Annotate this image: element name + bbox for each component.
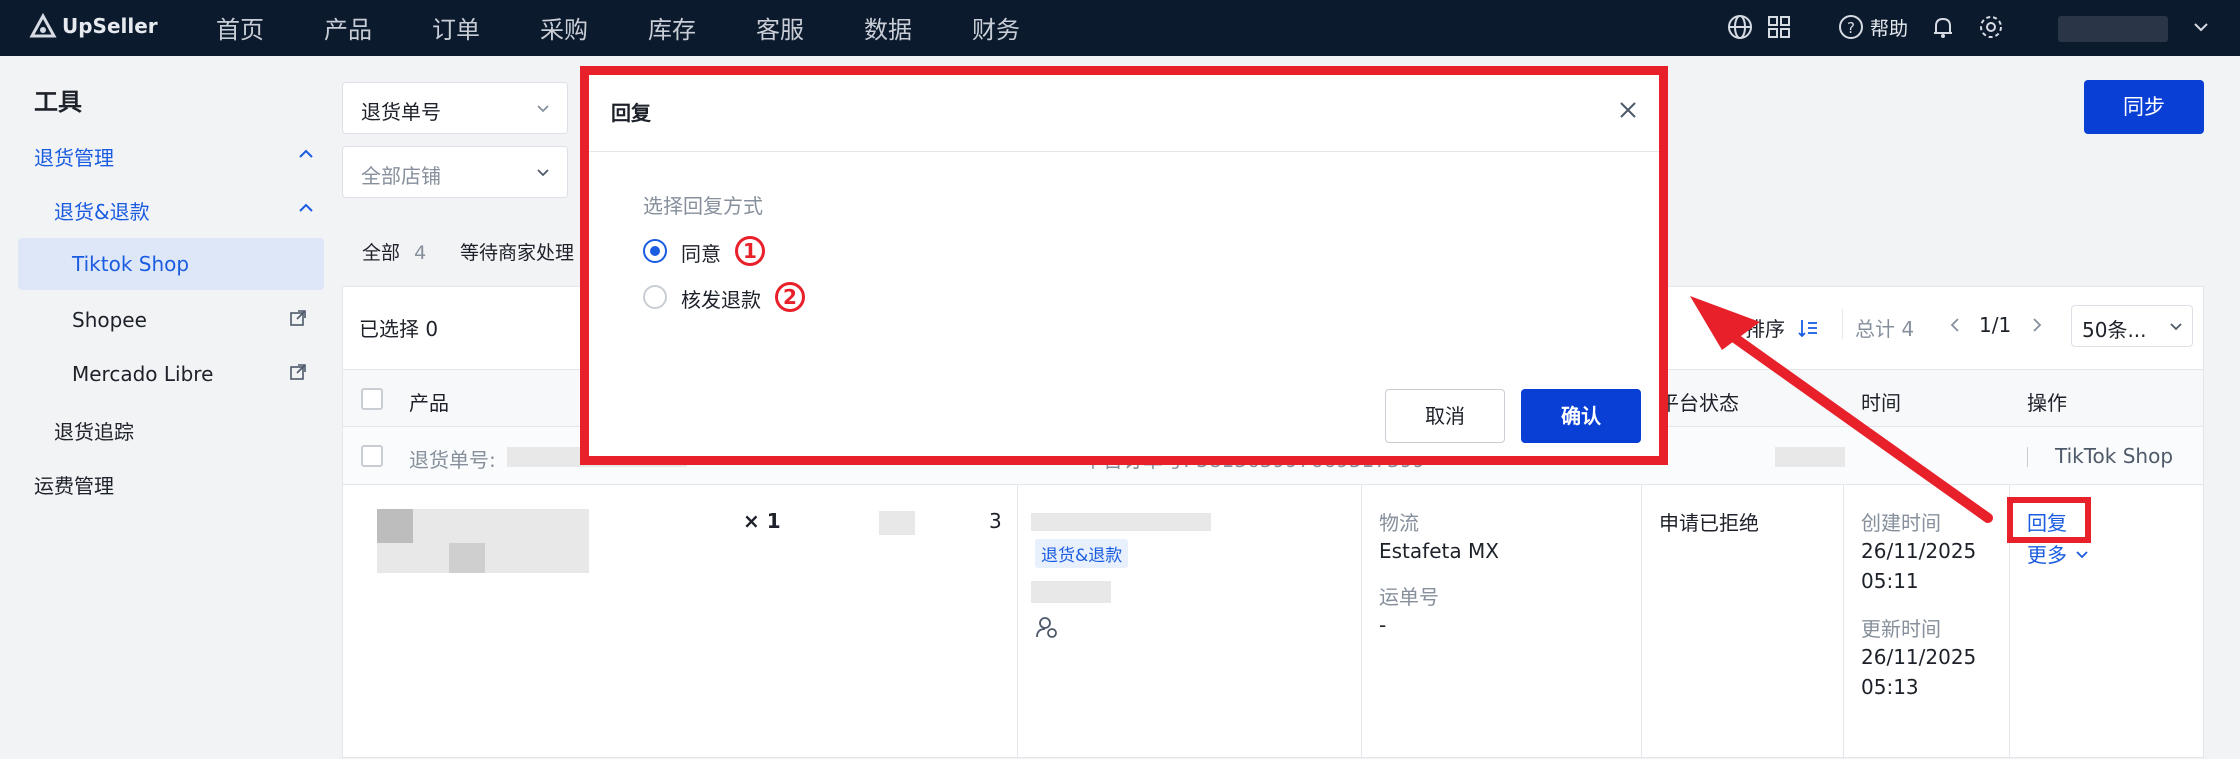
- annotation-arrow: [1690, 296, 1993, 523]
